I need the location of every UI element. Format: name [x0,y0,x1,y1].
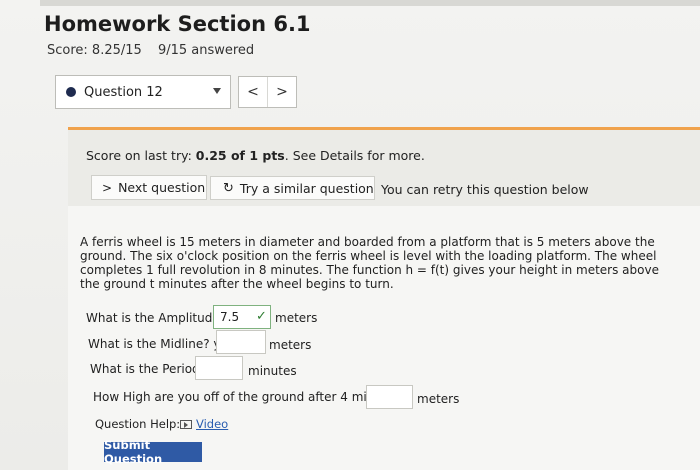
height-unit: meters [417,392,460,406]
try-similar-label: Try a similar question [239,180,374,196]
amplitude-label: What is the Amplitude? [86,311,227,325]
prev-question-button[interactable]: < [239,77,267,107]
midline-label: What is the Midline? y = [88,337,235,351]
amplitude-value: 7.5 [220,310,240,324]
period-input[interactable] [195,356,243,380]
midline-input[interactable] [216,330,266,354]
checkmark-icon: ✓ [256,309,267,324]
top-rule [40,0,700,6]
video-link-label: Video [196,417,229,431]
question-select-label: Question 12 [84,84,163,100]
answered-text: 9/15 answered [157,43,255,58]
amplitude-unit: meters [275,311,318,325]
question-nav: < > [238,76,297,108]
retry-icon: ↻ [223,180,234,196]
next-question-button[interactable]: > Next question [91,175,207,200]
height-input[interactable] [366,385,413,409]
question-select[interactable]: Question 12 [55,75,231,109]
next-question-label: Next question [118,180,206,195]
period-unit: minutes [248,364,297,378]
dot-icon [66,87,76,97]
last-try-score: Score on last try: 0.25 of 1 pts. See De… [86,148,425,163]
height-label: How High are you off of the ground after… [93,390,407,404]
period-label: What is the Period? [90,362,207,376]
score-text: Score: 8.25/15 [47,43,142,58]
last-try-suffix: . See Details for more. [284,148,425,163]
submit-question-button[interactable]: Submit Question [104,438,202,466]
midline-unit: meters [269,338,312,352]
score-summary: Score: 8.25/15 9/15 answered [47,43,254,58]
page-title: Homework Section 6.1 [44,12,311,36]
last-try-prefix: Score on last try: [86,148,196,163]
caret-down-icon [213,88,221,94]
problem-text: A ferris wheel is 15 meters in diameter … [80,235,659,291]
next-question-arrow-button[interactable]: > [267,77,296,107]
chevron-right-icon: > [102,180,113,195]
video-icon [180,419,192,429]
try-similar-button[interactable]: ↻ Try a similar question [210,176,375,200]
question-help-label: Question Help: [95,417,181,431]
last-try-points: 0.25 of 1 pts [195,148,285,163]
video-link[interactable]: Video [180,417,228,431]
page: Homework Section 6.1 Score: 8.25/15 9/15… [0,0,700,470]
retry-text: You can retry this question below [381,182,589,197]
